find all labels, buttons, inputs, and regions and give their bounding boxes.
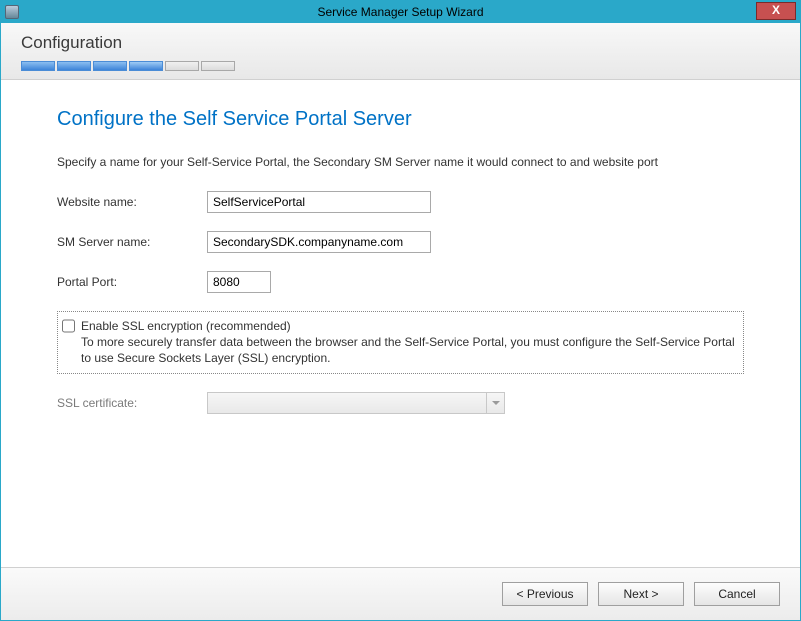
progress-segment [165, 61, 199, 71]
instruction-text: Specify a name for your Self-Service Por… [57, 155, 744, 169]
ssl-checkbox[interactable] [62, 319, 75, 333]
website-name-input[interactable] [207, 191, 431, 213]
close-button[interactable]: X [756, 2, 796, 20]
progress-segment [129, 61, 163, 71]
sm-server-row: SM Server name: [57, 231, 744, 253]
ssl-description: To more securely transfer data between t… [81, 335, 735, 365]
titlebar: Service Manager Setup Wizard X [1, 1, 800, 23]
wizard-content: Configure the Self Service Portal Server… [1, 80, 800, 567]
ssl-certificate-label: SSL certificate: [57, 396, 207, 410]
page-title: Configure the Self Service Portal Server [57, 108, 744, 131]
progress-segment [21, 61, 55, 71]
ssl-title: Enable SSL encryption (recommended) [81, 318, 737, 334]
ssl-certificate-select [207, 392, 505, 414]
portal-port-row: Portal Port: [57, 271, 744, 293]
previous-button[interactable]: < Previous [502, 582, 588, 606]
progress-segment [201, 61, 235, 71]
ssl-text: Enable SSL encryption (recommended) To m… [81, 318, 737, 367]
progress-segment [57, 61, 91, 71]
window-title: Service Manager Setup Wizard [1, 5, 800, 19]
ssl-option-box: Enable SSL encryption (recommended) To m… [57, 311, 744, 374]
wizard-header: Configuration [1, 23, 800, 80]
dropdown-icon [486, 393, 504, 413]
ssl-certificate-row: SSL certificate: [57, 392, 744, 414]
progress-segment [93, 61, 127, 71]
portal-port-input[interactable] [207, 271, 271, 293]
progress-bar [21, 61, 780, 71]
website-name-label: Website name: [57, 195, 207, 209]
wizard-window: Service Manager Setup Wizard X Configura… [0, 0, 801, 621]
cancel-button[interactable]: Cancel [694, 582, 780, 606]
section-title: Configuration [21, 33, 780, 53]
sm-server-label: SM Server name: [57, 235, 207, 249]
sm-server-input[interactable] [207, 231, 431, 253]
portal-port-label: Portal Port: [57, 275, 207, 289]
wizard-footer: < Previous Next > Cancel [1, 567, 800, 620]
next-button[interactable]: Next > [598, 582, 684, 606]
website-name-row: Website name: [57, 191, 744, 213]
